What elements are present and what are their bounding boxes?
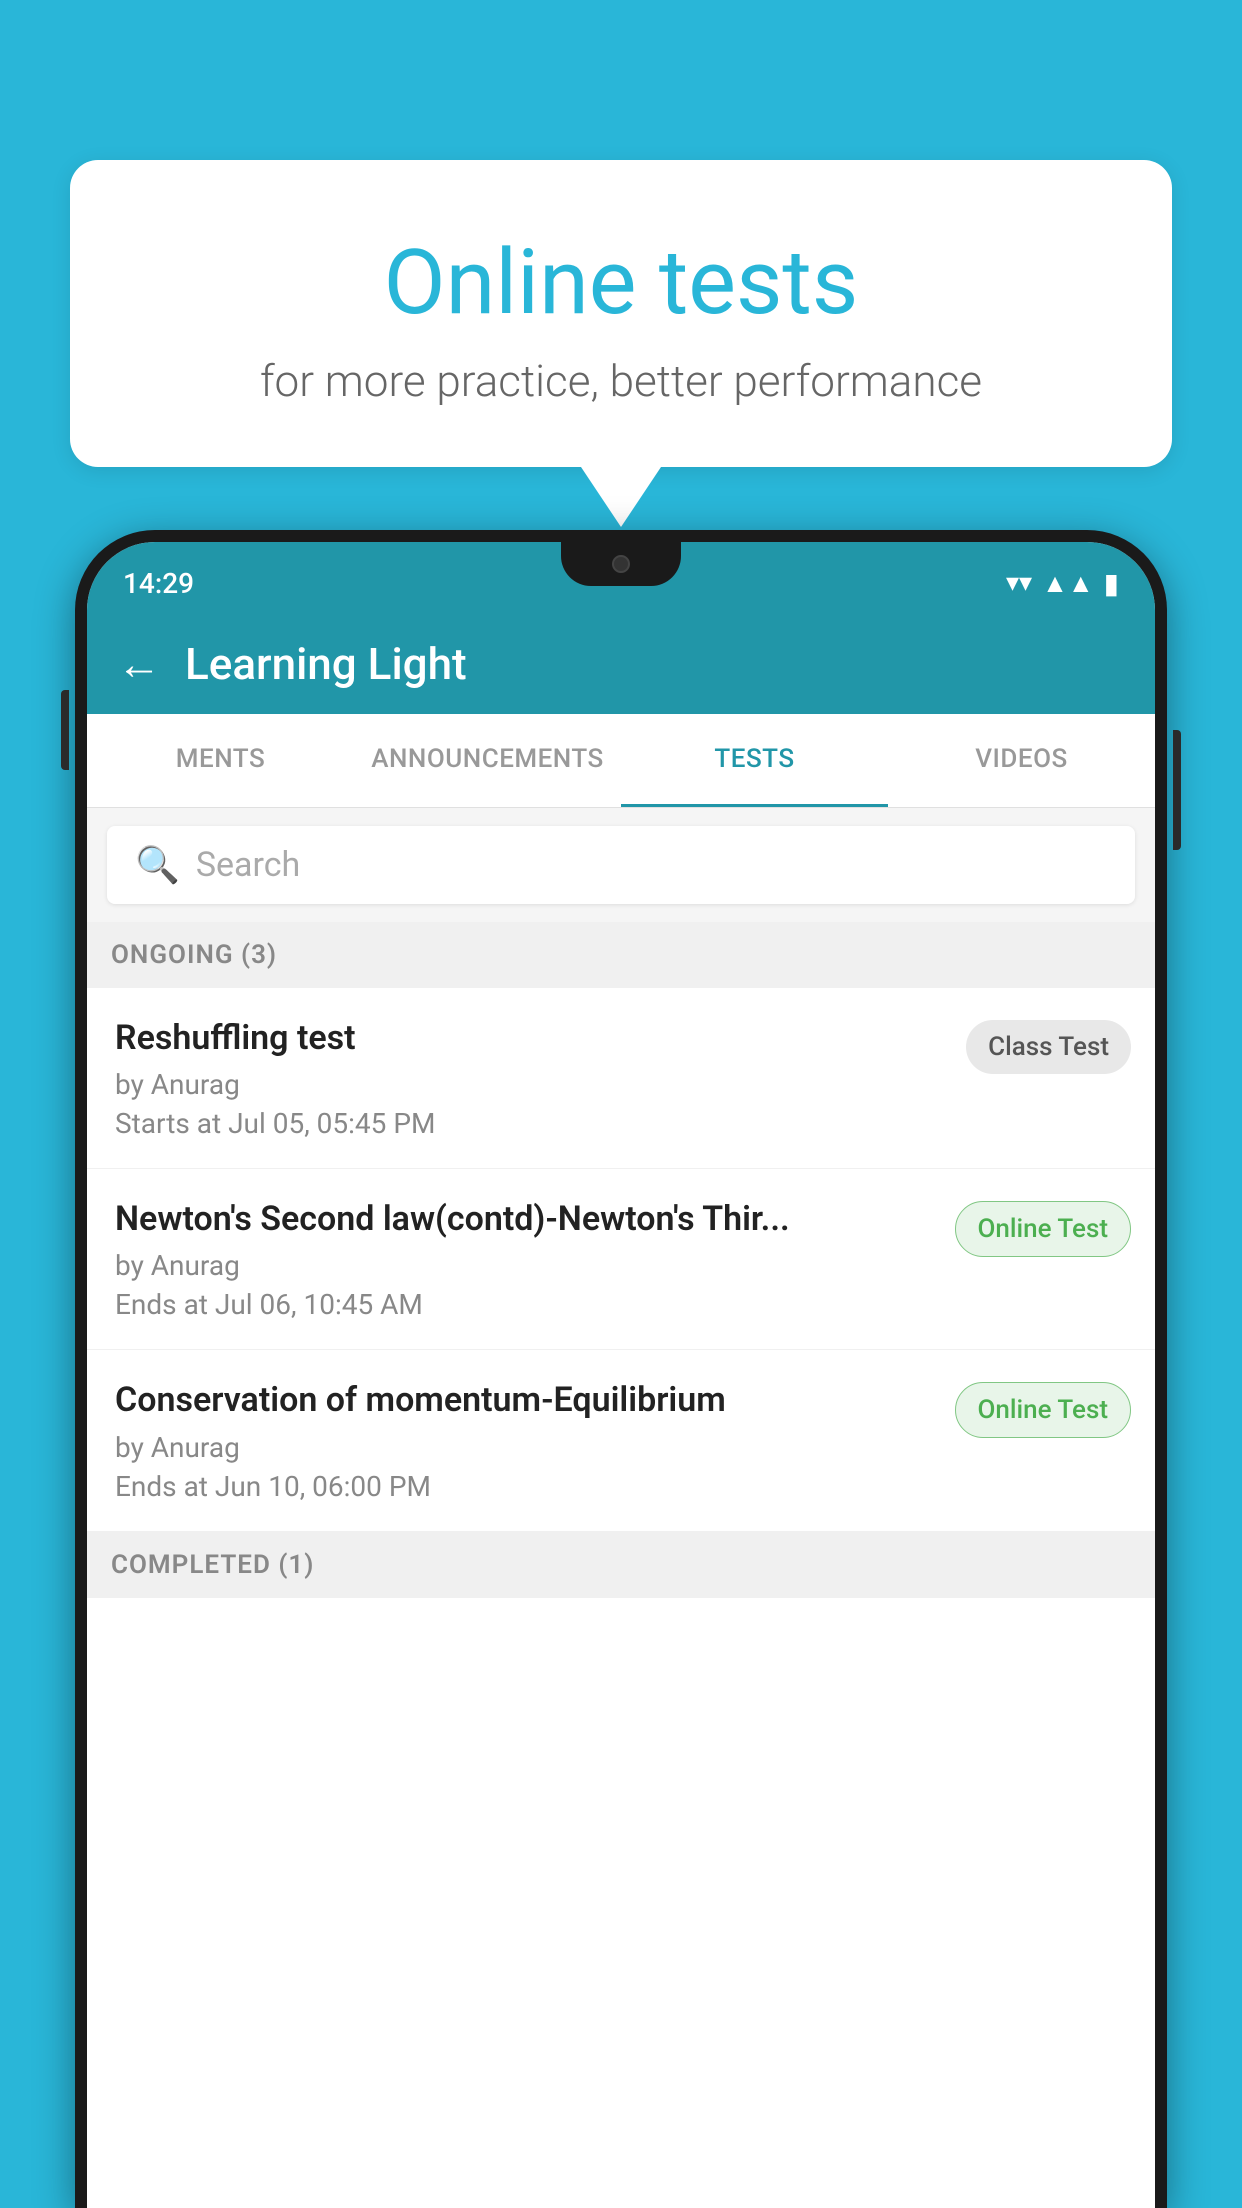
ongoing-section-header: ONGOING (3) <box>87 922 1155 988</box>
completed-section-header: COMPLETED (1) <box>87 1532 1155 1598</box>
phone-power-button <box>1173 730 1181 850</box>
test-title-3: Conservation of momentum-Equilibrium <box>115 1378 935 1422</box>
test-item-2-content: Newton's Second law(contd)-Newton's Thir… <box>115 1197 935 1321</box>
phone-notch <box>561 542 681 586</box>
test-item-1-content: Reshuffling test by Anurag Starts at Jul… <box>115 1016 946 1140</box>
search-bar[interactable]: 🔍 Search <box>107 826 1135 904</box>
test-badge-3: Online Test <box>955 1382 1132 1438</box>
test-author-2: by Anurag <box>115 1249 935 1282</box>
camera-icon <box>612 555 630 573</box>
signal-icon: ▲▲ <box>1042 568 1093 599</box>
test-time-3: Ends at Jun 10, 06:00 PM <box>115 1470 935 1503</box>
app-bar: ← Learning Light <box>87 614 1155 714</box>
test-time-1: Starts at Jul 05, 05:45 PM <box>115 1107 946 1140</box>
back-button[interactable]: ← <box>117 642 161 686</box>
tab-videos[interactable]: VIDEOS <box>888 714 1155 807</box>
tabs-container: MENTS ANNOUNCEMENTS TESTS VIDEOS <box>87 714 1155 808</box>
status-time: 14:29 <box>123 567 194 600</box>
tab-announcements[interactable]: ANNOUNCEMENTS <box>354 714 621 807</box>
test-author-3: by Anurag <box>115 1431 935 1464</box>
test-title-1: Reshuffling test <box>115 1016 946 1060</box>
completed-label: COMPLETED (1) <box>111 1550 314 1580</box>
tab-ments[interactable]: MENTS <box>87 714 354 807</box>
search-container: 🔍 Search <box>87 808 1155 922</box>
test-title-2: Newton's Second law(contd)-Newton's Thir… <box>115 1197 935 1241</box>
phone-frame: 14:29 ▾▾ ▲▲ ▮ ← Learning Light MENTS ANN… <box>75 530 1167 2208</box>
status-icons: ▾▾ ▲▲ ▮ <box>1006 567 1119 600</box>
app-title: Learning Light <box>185 638 467 690</box>
wifi-icon: ▾▾ <box>1006 568 1032 598</box>
test-author-1: by Anurag <box>115 1068 946 1101</box>
test-item-1[interactable]: Reshuffling test by Anurag Starts at Jul… <box>87 988 1155 1169</box>
test-item-3[interactable]: Conservation of momentum-Equilibrium by … <box>87 1350 1155 1531</box>
speech-bubble-title: Online tests <box>130 230 1112 335</box>
tab-tests[interactable]: TESTS <box>621 714 888 807</box>
test-badge-2: Online Test <box>955 1201 1132 1257</box>
speech-bubble-subtitle: for more practice, better performance <box>130 355 1112 407</box>
phone-volume-button <box>61 690 69 770</box>
speech-bubble-arrow <box>581 467 661 527</box>
speech-bubble: Online tests for more practice, better p… <box>70 160 1172 467</box>
search-input[interactable]: Search <box>196 845 300 885</box>
test-badge-1: Class Test <box>966 1020 1131 1074</box>
test-time-2: Ends at Jul 06, 10:45 AM <box>115 1288 935 1321</box>
search-icon: 🔍 <box>135 844 180 886</box>
battery-icon: ▮ <box>1104 567 1119 600</box>
ongoing-label: ONGOING (3) <box>111 940 277 970</box>
phone-screen: 14:29 ▾▾ ▲▲ ▮ ← Learning Light MENTS ANN… <box>87 542 1155 2208</box>
test-item-2[interactable]: Newton's Second law(contd)-Newton's Thir… <box>87 1169 1155 1350</box>
test-item-3-content: Conservation of momentum-Equilibrium by … <box>115 1378 935 1502</box>
speech-bubble-container: Online tests for more practice, better p… <box>70 160 1172 527</box>
